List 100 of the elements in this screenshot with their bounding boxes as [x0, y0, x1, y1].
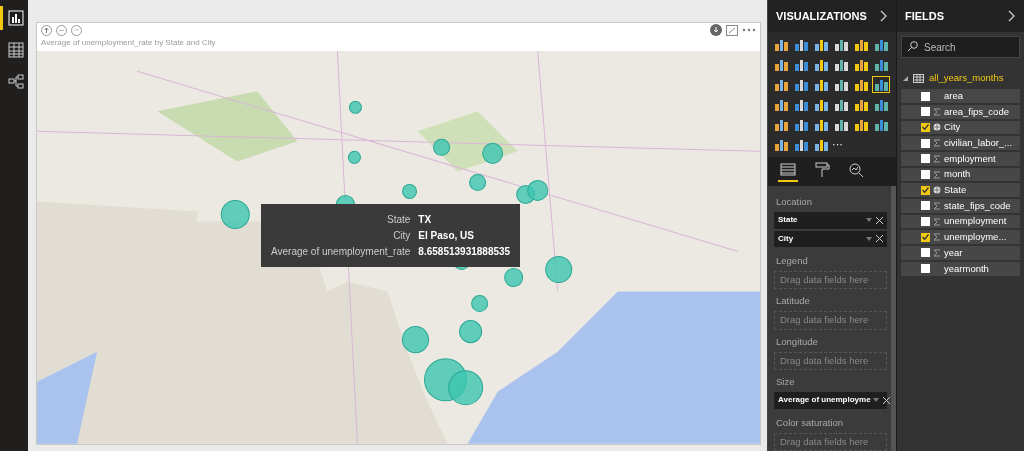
well-field[interactable]: City [774, 230, 887, 247]
chart-type-icon [774, 78, 788, 91]
remove-icon[interactable] [882, 396, 890, 404]
field-name[interactable]: area [944, 88, 963, 104]
checkbox[interactable] [921, 154, 930, 164]
more-options-icon[interactable] [742, 28, 756, 32]
checkbox[interactable] [921, 122, 930, 132]
chart-type-icon [834, 98, 848, 111]
collapse-caret-icon[interactable] [903, 75, 908, 81]
well-field[interactable]: Average of unemployme [774, 392, 887, 409]
chart-type-icon [794, 38, 808, 51]
chart-type-icon [814, 78, 828, 91]
drill-mode-icon[interactable] [56, 24, 67, 36]
globe-icon [933, 186, 941, 195]
checkbox[interactable] [921, 107, 930, 117]
fields-well-icon [780, 162, 796, 179]
checkbox[interactable] [921, 170, 930, 180]
chart-type-icon [774, 58, 788, 71]
well-label: Color saturation [775, 415, 845, 430]
chart-type-icon [774, 118, 788, 131]
tooltip-label: State [386, 213, 411, 227]
dropdown-caret-icon[interactable] [866, 218, 872, 223]
checkbox[interactable] [921, 217, 930, 227]
checkbox[interactable] [921, 232, 930, 242]
relationship-icon [7, 74, 24, 90]
visual-title: Average of unemployment_rate by State and City [40, 37, 217, 49]
checkbox[interactable] [921, 138, 930, 148]
analytics-magnifier-icon [848, 162, 864, 179]
paint-roller-icon [814, 162, 830, 179]
checkbox[interactable] [921, 248, 930, 258]
chart-type-icon [794, 118, 808, 131]
field-name[interactable]: City [944, 120, 961, 135]
well-label: Size [775, 375, 796, 390]
chart-type-icon [814, 98, 828, 111]
chart-type-icon [814, 118, 828, 131]
tooltip-label: City [392, 229, 411, 243]
focus-mode-icon[interactable] [726, 24, 738, 36]
sigma-icon [933, 107, 941, 116]
checkbox[interactable] [921, 185, 930, 195]
chart-type-icon [834, 118, 848, 131]
well-label: Location [775, 195, 813, 210]
dropdown-caret-icon[interactable] [866, 236, 872, 241]
checkbox[interactable] [921, 201, 930, 211]
field-name[interactable]: year [944, 245, 963, 261]
pane-tab[interactable] [778, 161, 798, 183]
remove-icon[interactable] [876, 235, 883, 243]
chart-type-icon [874, 58, 888, 71]
tooltip-label: Average of unemployment_rate [271, 245, 411, 259]
chart-type-icon [874, 98, 888, 111]
chart-type-icon [794, 58, 808, 71]
globe-icon [933, 123, 941, 132]
dropdown-caret-icon[interactable] [872, 398, 879, 403]
check-icon [922, 234, 929, 241]
chart-type-icon [794, 98, 808, 111]
well-field-name: Average of unemployme [778, 394, 871, 407]
chart-type-icon [854, 78, 868, 91]
well-field[interactable]: State [774, 212, 887, 229]
well-field-name: State [778, 214, 798, 227]
checkbox[interactable] [921, 264, 930, 274]
map-visual-card[interactable]: Average of unemployment_rate by State and City State TX City El Paso, US Average of unemployment_rate 8.658513931888535 [36, 22, 761, 445]
check-icon [922, 124, 929, 131]
chevron-right-icon[interactable] [1007, 10, 1016, 22]
chart-type-icon [774, 98, 788, 111]
chart-type-icon [834, 78, 848, 91]
remove-icon[interactable] [876, 216, 883, 224]
chart-type-icon [794, 138, 808, 151]
chart-type-icon [854, 38, 868, 51]
chart-type-icon [874, 78, 888, 91]
search-field[interactable]: Search [901, 36, 1020, 58]
check-icon [922, 187, 929, 194]
download-icon[interactable] [710, 24, 722, 36]
pane-title: FIELDS [905, 8, 945, 24]
expand-icon[interactable] [71, 24, 82, 36]
more-visuals-button[interactable]: ··· [832, 136, 850, 153]
chart-type-icon [874, 38, 888, 51]
chart-type-icon [814, 138, 828, 151]
tooltip-value: TX [418, 213, 433, 227]
chart-type-icon [854, 58, 868, 71]
bar-chart-icon [7, 10, 24, 26]
chevron-right-icon[interactable] [879, 10, 888, 22]
chart-type-icon [834, 38, 848, 51]
chart-type-icon [854, 118, 868, 131]
table-icon [913, 73, 924, 83]
chart-type-icon [834, 58, 848, 71]
checkbox[interactable] [921, 91, 930, 101]
chart-type-icon [814, 58, 828, 71]
drill-up-icon[interactable] [41, 24, 52, 36]
well-label: Longitude [775, 334, 819, 349]
chart-type-icon [794, 78, 808, 91]
table-grid-icon [7, 42, 24, 58]
pane-title: VISUALIZATIONS [776, 8, 867, 24]
table-name[interactable]: all_years_months [929, 71, 1004, 86]
chart-type-icon [854, 98, 868, 111]
chart-type-icon [814, 38, 828, 51]
chart-type-button[interactable] [872, 76, 890, 93]
well-field-name: City [778, 232, 794, 245]
chart-type-icon [774, 138, 788, 151]
well-label: Latitude [775, 294, 811, 309]
tooltip-value: 8.658513931888535 [418, 245, 511, 259]
field-name[interactable]: State [944, 183, 967, 198]
